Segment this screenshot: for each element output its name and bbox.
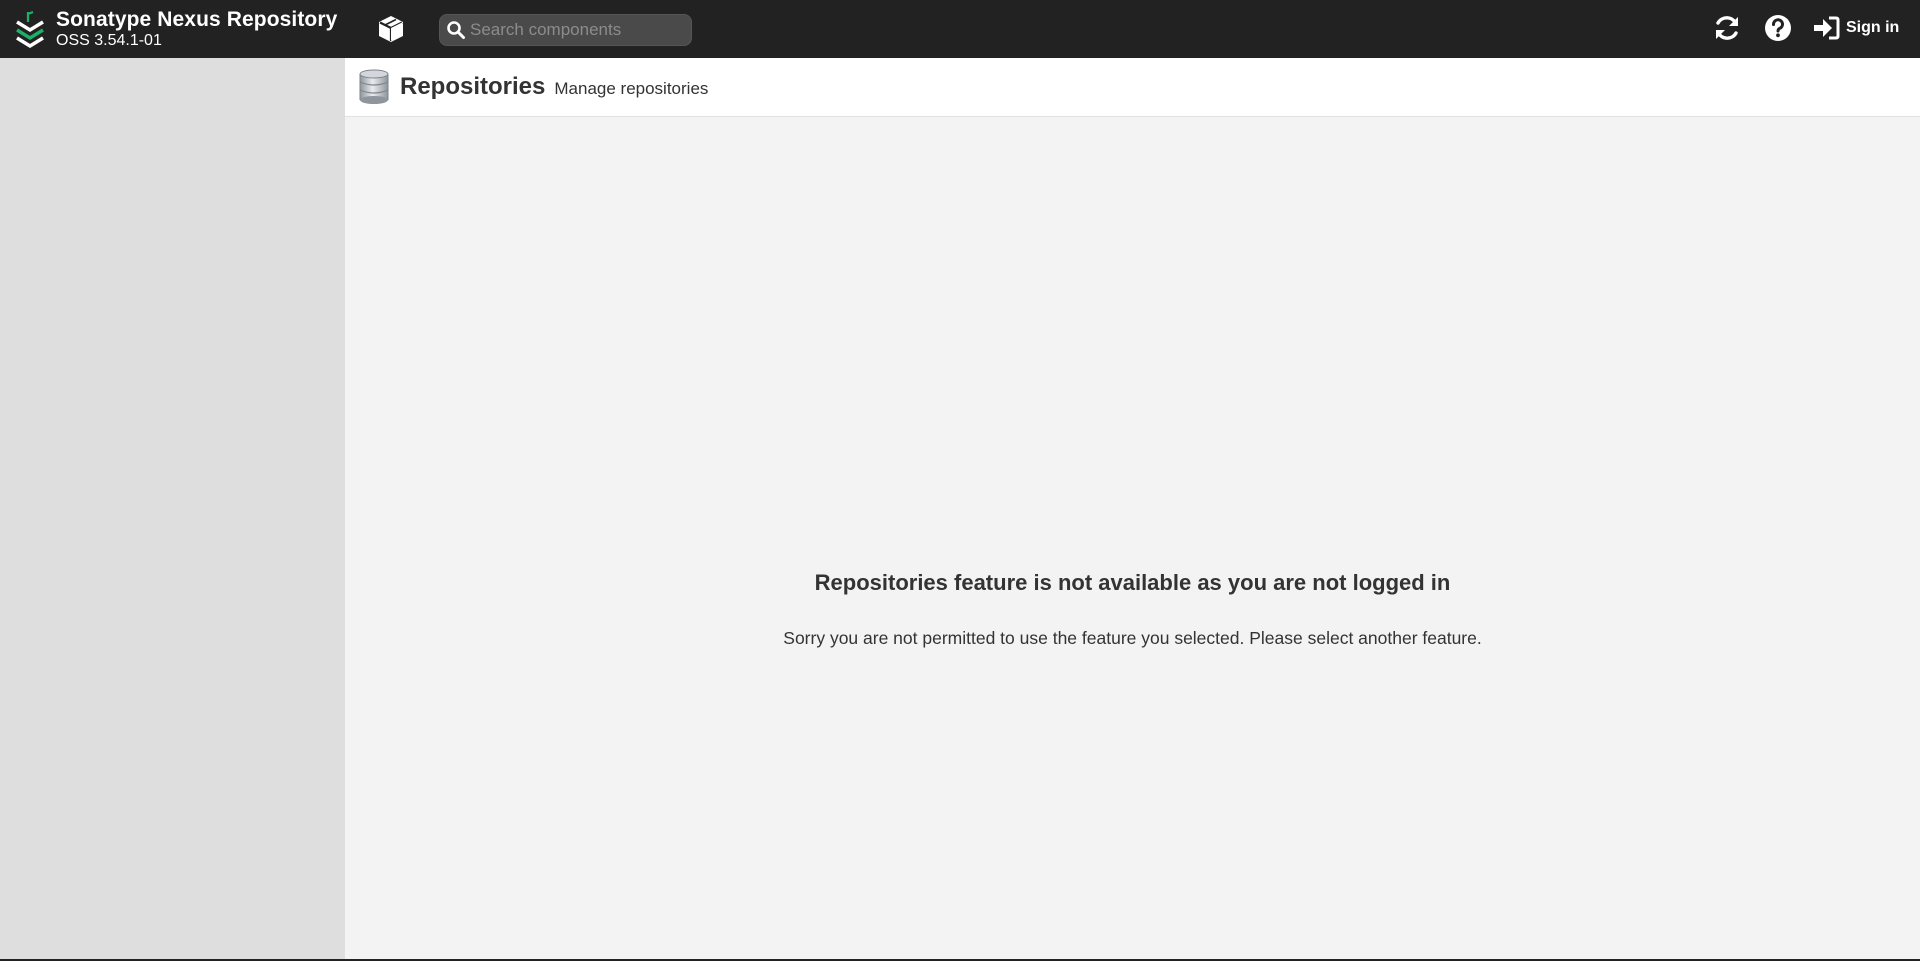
page-subtitle: Manage repositories: [554, 79, 709, 98]
sidebar: [0, 58, 345, 961]
refresh-icon: [1716, 16, 1738, 40]
search-input[interactable]: [470, 15, 691, 45]
version-label: OSS 3.54.1-01: [56, 32, 162, 49]
sign-in-icon: [1814, 16, 1840, 40]
unavailable-message: Sorry you are not permitted to use the f…: [783, 628, 1482, 648]
database-icon: [359, 69, 389, 104]
browse-button[interactable]: [374, 12, 408, 46]
top-header: Sonatype Nexus Repository OSS 3.54.1-01: [0, 0, 1920, 58]
unavailable-title: Repositories feature is not available as…: [814, 570, 1451, 595]
page-title: Repositories: [400, 73, 546, 100]
nexus-logo-icon: [16, 10, 44, 48]
brand-name: Sonatype Nexus Repository: [56, 8, 338, 31]
page-title-bar: Repositories Manage repositories: [345, 58, 1920, 117]
search-icon: [442, 15, 470, 45]
question-circle-icon: [1765, 15, 1791, 41]
main-content: Repositories Manage repositories Reposit…: [345, 58, 1920, 961]
brand-text: Sonatype Nexus Repository OSS 3.54.1-01: [56, 8, 337, 50]
message-area: Repositories feature is not available as…: [345, 117, 1920, 961]
sign-in-button[interactable]: Sign in: [1812, 12, 1899, 44]
cube-icon: [379, 16, 403, 42]
search-box[interactable]: [439, 14, 692, 46]
help-button[interactable]: [1762, 12, 1794, 44]
sign-in-label: Sign in: [1846, 19, 1900, 36]
refresh-button[interactable]: [1711, 12, 1743, 44]
brand[interactable]: Sonatype Nexus Repository OSS 3.54.1-01: [14, 8, 337, 50]
